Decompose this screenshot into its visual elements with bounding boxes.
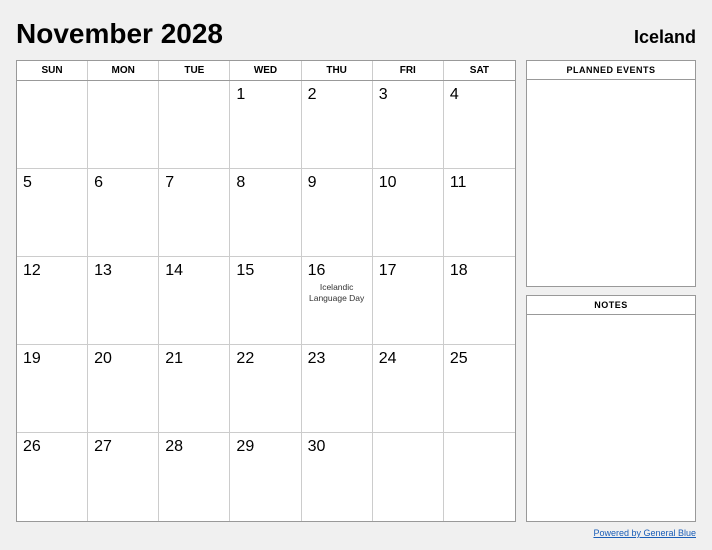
calendar-cell: 1 <box>230 81 301 169</box>
calendar-cell <box>88 81 159 169</box>
footer: Powered by General Blue <box>16 528 696 538</box>
calendar-cell: 16 Icelandic Language Day <box>302 257 373 345</box>
calendar-cell <box>159 81 230 169</box>
day-header-sat: SAT <box>444 61 515 80</box>
calendar: SUNMONTUEWEDTHUFRISAT 123456789101112131… <box>16 60 516 522</box>
day-number: 13 <box>94 261 112 280</box>
day-number: 5 <box>23 173 32 192</box>
notes-label: NOTES <box>527 296 695 315</box>
day-number: 7 <box>165 173 174 192</box>
powered-by-link[interactable]: Powered by General Blue <box>593 528 696 538</box>
page: November 2028 Iceland SUNMONTUEWEDTHUFRI… <box>0 0 712 550</box>
calendar-cell: 29 <box>230 433 301 521</box>
planned-events-box: PLANNED EVENTS <box>526 60 696 287</box>
calendar-cell <box>17 81 88 169</box>
calendar-cell: 23 <box>302 345 373 433</box>
day-number: 24 <box>379 349 397 368</box>
day-number: 26 <box>23 437 41 456</box>
calendar-cell: 30 <box>302 433 373 521</box>
day-number: 30 <box>308 437 326 456</box>
day-headers: SUNMONTUEWEDTHUFRISAT <box>17 61 515 81</box>
day-number: 19 <box>23 349 41 368</box>
calendar-cell: 10 <box>373 169 444 257</box>
calendar-cell: 27 <box>88 433 159 521</box>
event-label: Icelandic Language Day <box>308 282 366 304</box>
calendar-cell: 20 <box>88 345 159 433</box>
day-header-tue: TUE <box>159 61 230 80</box>
day-number: 28 <box>165 437 183 456</box>
calendar-cell: 17 <box>373 257 444 345</box>
calendar-cell: 15 <box>230 257 301 345</box>
day-header-sun: SUN <box>17 61 88 80</box>
calendar-cell: 11 <box>444 169 515 257</box>
calendar-cell: 2 <box>302 81 373 169</box>
day-number: 17 <box>379 261 397 280</box>
day-number: 23 <box>308 349 326 368</box>
day-number: 16 <box>308 261 326 280</box>
planned-events-label: PLANNED EVENTS <box>527 61 695 80</box>
sidebar: PLANNED EVENTS NOTES <box>526 60 696 522</box>
day-number: 14 <box>165 261 183 280</box>
day-number: 8 <box>236 173 245 192</box>
day-number: 6 <box>94 173 103 192</box>
calendar-cell: 25 <box>444 345 515 433</box>
calendar-cell: 22 <box>230 345 301 433</box>
header: November 2028 Iceland <box>16 18 696 50</box>
main-content: SUNMONTUEWEDTHUFRISAT 123456789101112131… <box>16 60 696 522</box>
calendar-cell: 7 <box>159 169 230 257</box>
notes-box: NOTES <box>526 295 696 522</box>
day-number: 3 <box>379 85 388 104</box>
calendar-cell: 12 <box>17 257 88 345</box>
calendar-cell: 13 <box>88 257 159 345</box>
day-number: 25 <box>450 349 468 368</box>
day-number: 22 <box>236 349 254 368</box>
day-header-fri: FRI <box>373 61 444 80</box>
calendar-cell: 8 <box>230 169 301 257</box>
calendar-cell: 9 <box>302 169 373 257</box>
day-number: 27 <box>94 437 112 456</box>
country-title: Iceland <box>634 27 696 48</box>
planned-events-body <box>527 80 695 286</box>
calendar-cell <box>373 433 444 521</box>
day-number: 29 <box>236 437 254 456</box>
calendar-cell: 14 <box>159 257 230 345</box>
day-number: 20 <box>94 349 112 368</box>
calendar-cell: 3 <box>373 81 444 169</box>
day-number: 11 <box>450 173 467 192</box>
day-number: 9 <box>308 173 317 192</box>
calendar-cell: 6 <box>88 169 159 257</box>
day-number: 12 <box>23 261 41 280</box>
day-header-wed: WED <box>230 61 301 80</box>
month-year-title: November 2028 <box>16 18 223 50</box>
day-number: 15 <box>236 261 254 280</box>
day-number: 10 <box>379 173 397 192</box>
calendar-cell: 21 <box>159 345 230 433</box>
day-number: 1 <box>236 85 245 104</box>
notes-body <box>527 315 695 521</box>
calendar-cell: 19 <box>17 345 88 433</box>
day-number: 4 <box>450 85 459 104</box>
day-header-thu: THU <box>302 61 373 80</box>
day-number: 18 <box>450 261 468 280</box>
calendar-cell: 24 <box>373 345 444 433</box>
calendar-cell: 5 <box>17 169 88 257</box>
calendar-cell: 28 <box>159 433 230 521</box>
day-number: 2 <box>308 85 317 104</box>
day-number: 21 <box>165 349 183 368</box>
calendar-cell: 26 <box>17 433 88 521</box>
calendar-cell: 4 <box>444 81 515 169</box>
calendar-cell: 18 <box>444 257 515 345</box>
calendar-cell <box>444 433 515 521</box>
day-header-mon: MON <box>88 61 159 80</box>
calendar-grid: 12345678910111213141516Icelandic Languag… <box>17 81 515 521</box>
